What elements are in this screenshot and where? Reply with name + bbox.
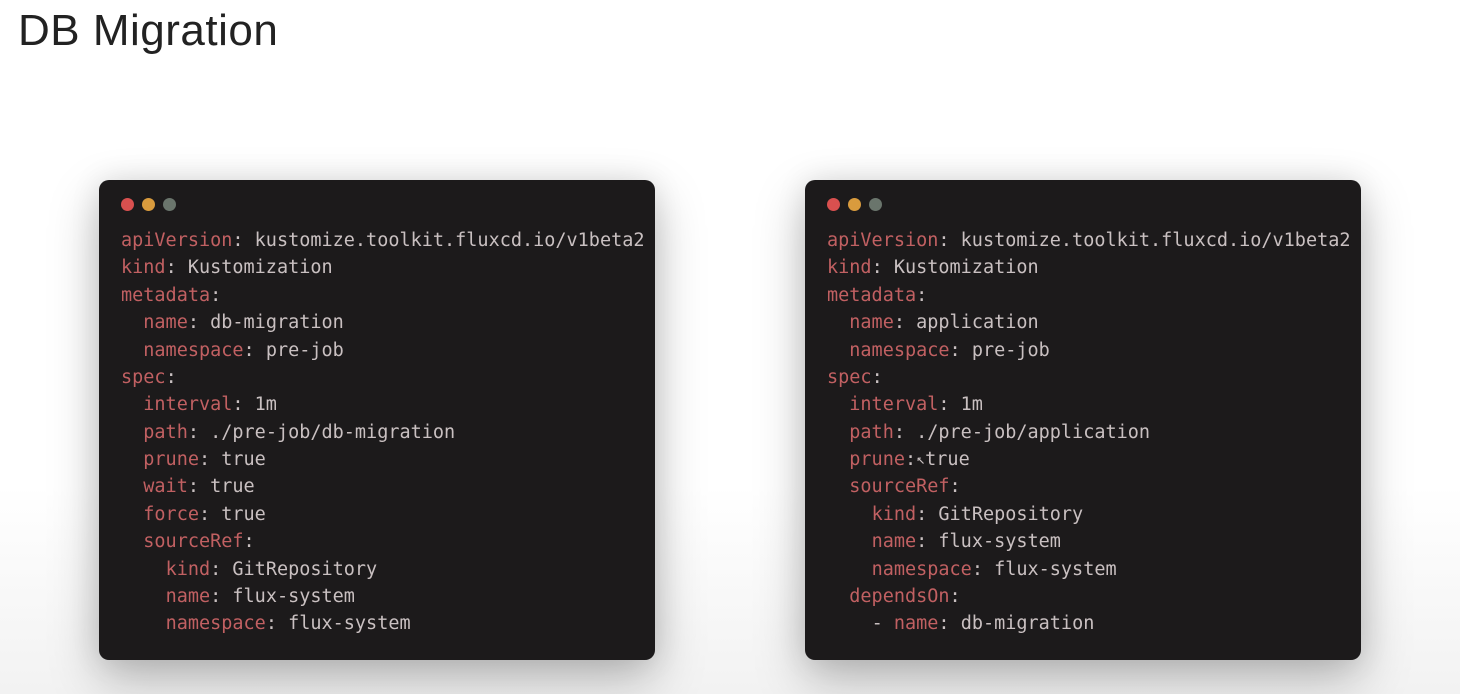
yaml-key: sourceRef (143, 531, 243, 552)
yaml-key: name (872, 531, 917, 552)
yaml-key: spec (121, 367, 166, 388)
yaml-value: kustomize.toolkit.fluxcd.io/v1beta2 (255, 230, 645, 251)
yaml-key: force (143, 504, 199, 525)
yaml-value: true (210, 476, 255, 497)
yaml-key: prune (849, 449, 905, 470)
yaml-key: kind (166, 559, 211, 580)
yaml-key: name (894, 613, 939, 634)
yaml-key: namespace (166, 613, 266, 634)
yaml-key: name (166, 586, 211, 607)
yaml-value: flux-system (994, 559, 1117, 580)
yaml-key: namespace (872, 559, 972, 580)
yaml-value: db-migration (210, 312, 344, 333)
cursor-icon: ↖ (916, 448, 925, 470)
yaml-key: name (849, 312, 894, 333)
window-traffic-lights (121, 198, 633, 211)
yaml-value: pre-job (972, 340, 1050, 361)
yaml-value: GitRepository (938, 504, 1083, 525)
yaml-key: spec (827, 367, 872, 388)
yaml-code-left: apiVersion: kustomize.toolkit.fluxcd.io/… (121, 227, 633, 638)
yaml-key: dependsOn (849, 586, 949, 607)
yaml-value: flux-system (232, 586, 355, 607)
yaml-key: metadata (827, 285, 916, 306)
close-icon (827, 198, 840, 211)
yaml-value: pre-job (266, 340, 344, 361)
yaml-key: kind (121, 257, 166, 278)
minimize-icon (142, 198, 155, 211)
yaml-key: name (143, 312, 188, 333)
yaml-value: flux-system (288, 613, 411, 634)
yaml-value: flux-system (938, 531, 1061, 552)
yaml-code-right: apiVersion: kustomize.toolkit.fluxcd.io/… (827, 227, 1339, 638)
yaml-value: ./pre-job/db-migration (210, 422, 455, 443)
minimize-icon (848, 198, 861, 211)
yaml-value: true (925, 449, 970, 470)
code-window-left: apiVersion: kustomize.toolkit.fluxcd.io/… (99, 180, 655, 660)
yaml-key: kind (827, 257, 872, 278)
yaml-key: path (849, 422, 894, 443)
zoom-icon (869, 198, 882, 211)
yaml-value: kustomize.toolkit.fluxcd.io/v1beta2 (961, 230, 1351, 251)
yaml-key: wait (143, 476, 188, 497)
yaml-value: application (916, 312, 1039, 333)
yaml-value: 1m (255, 394, 277, 415)
yaml-value: Kustomization (894, 257, 1039, 278)
code-panels: apiVersion: kustomize.toolkit.fluxcd.io/… (0, 180, 1460, 660)
yaml-key: prune (143, 449, 199, 470)
yaml-key: kind (872, 504, 917, 525)
yaml-key: apiVersion (827, 230, 938, 251)
yaml-value: 1m (961, 394, 983, 415)
yaml-key: apiVersion (121, 230, 232, 251)
window-traffic-lights (827, 198, 1339, 211)
yaml-key: namespace (849, 340, 949, 361)
yaml-list-dash: - (872, 613, 894, 634)
yaml-value: Kustomization (188, 257, 333, 278)
yaml-key: path (143, 422, 188, 443)
yaml-value: ./pre-job/application (916, 422, 1150, 443)
yaml-key: sourceRef (849, 476, 949, 497)
yaml-key: interval (143, 394, 232, 415)
close-icon (121, 198, 134, 211)
code-window-right: apiVersion: kustomize.toolkit.fluxcd.io/… (805, 180, 1361, 660)
yaml-key: metadata (121, 285, 210, 306)
slide-title: DB Migration (18, 6, 278, 56)
yaml-value: true (221, 449, 266, 470)
yaml-value: db-migration (961, 613, 1095, 634)
yaml-key: interval (849, 394, 938, 415)
yaml-value: GitRepository (232, 559, 377, 580)
yaml-value: true (221, 504, 266, 525)
zoom-icon (163, 198, 176, 211)
yaml-key: namespace (143, 340, 243, 361)
